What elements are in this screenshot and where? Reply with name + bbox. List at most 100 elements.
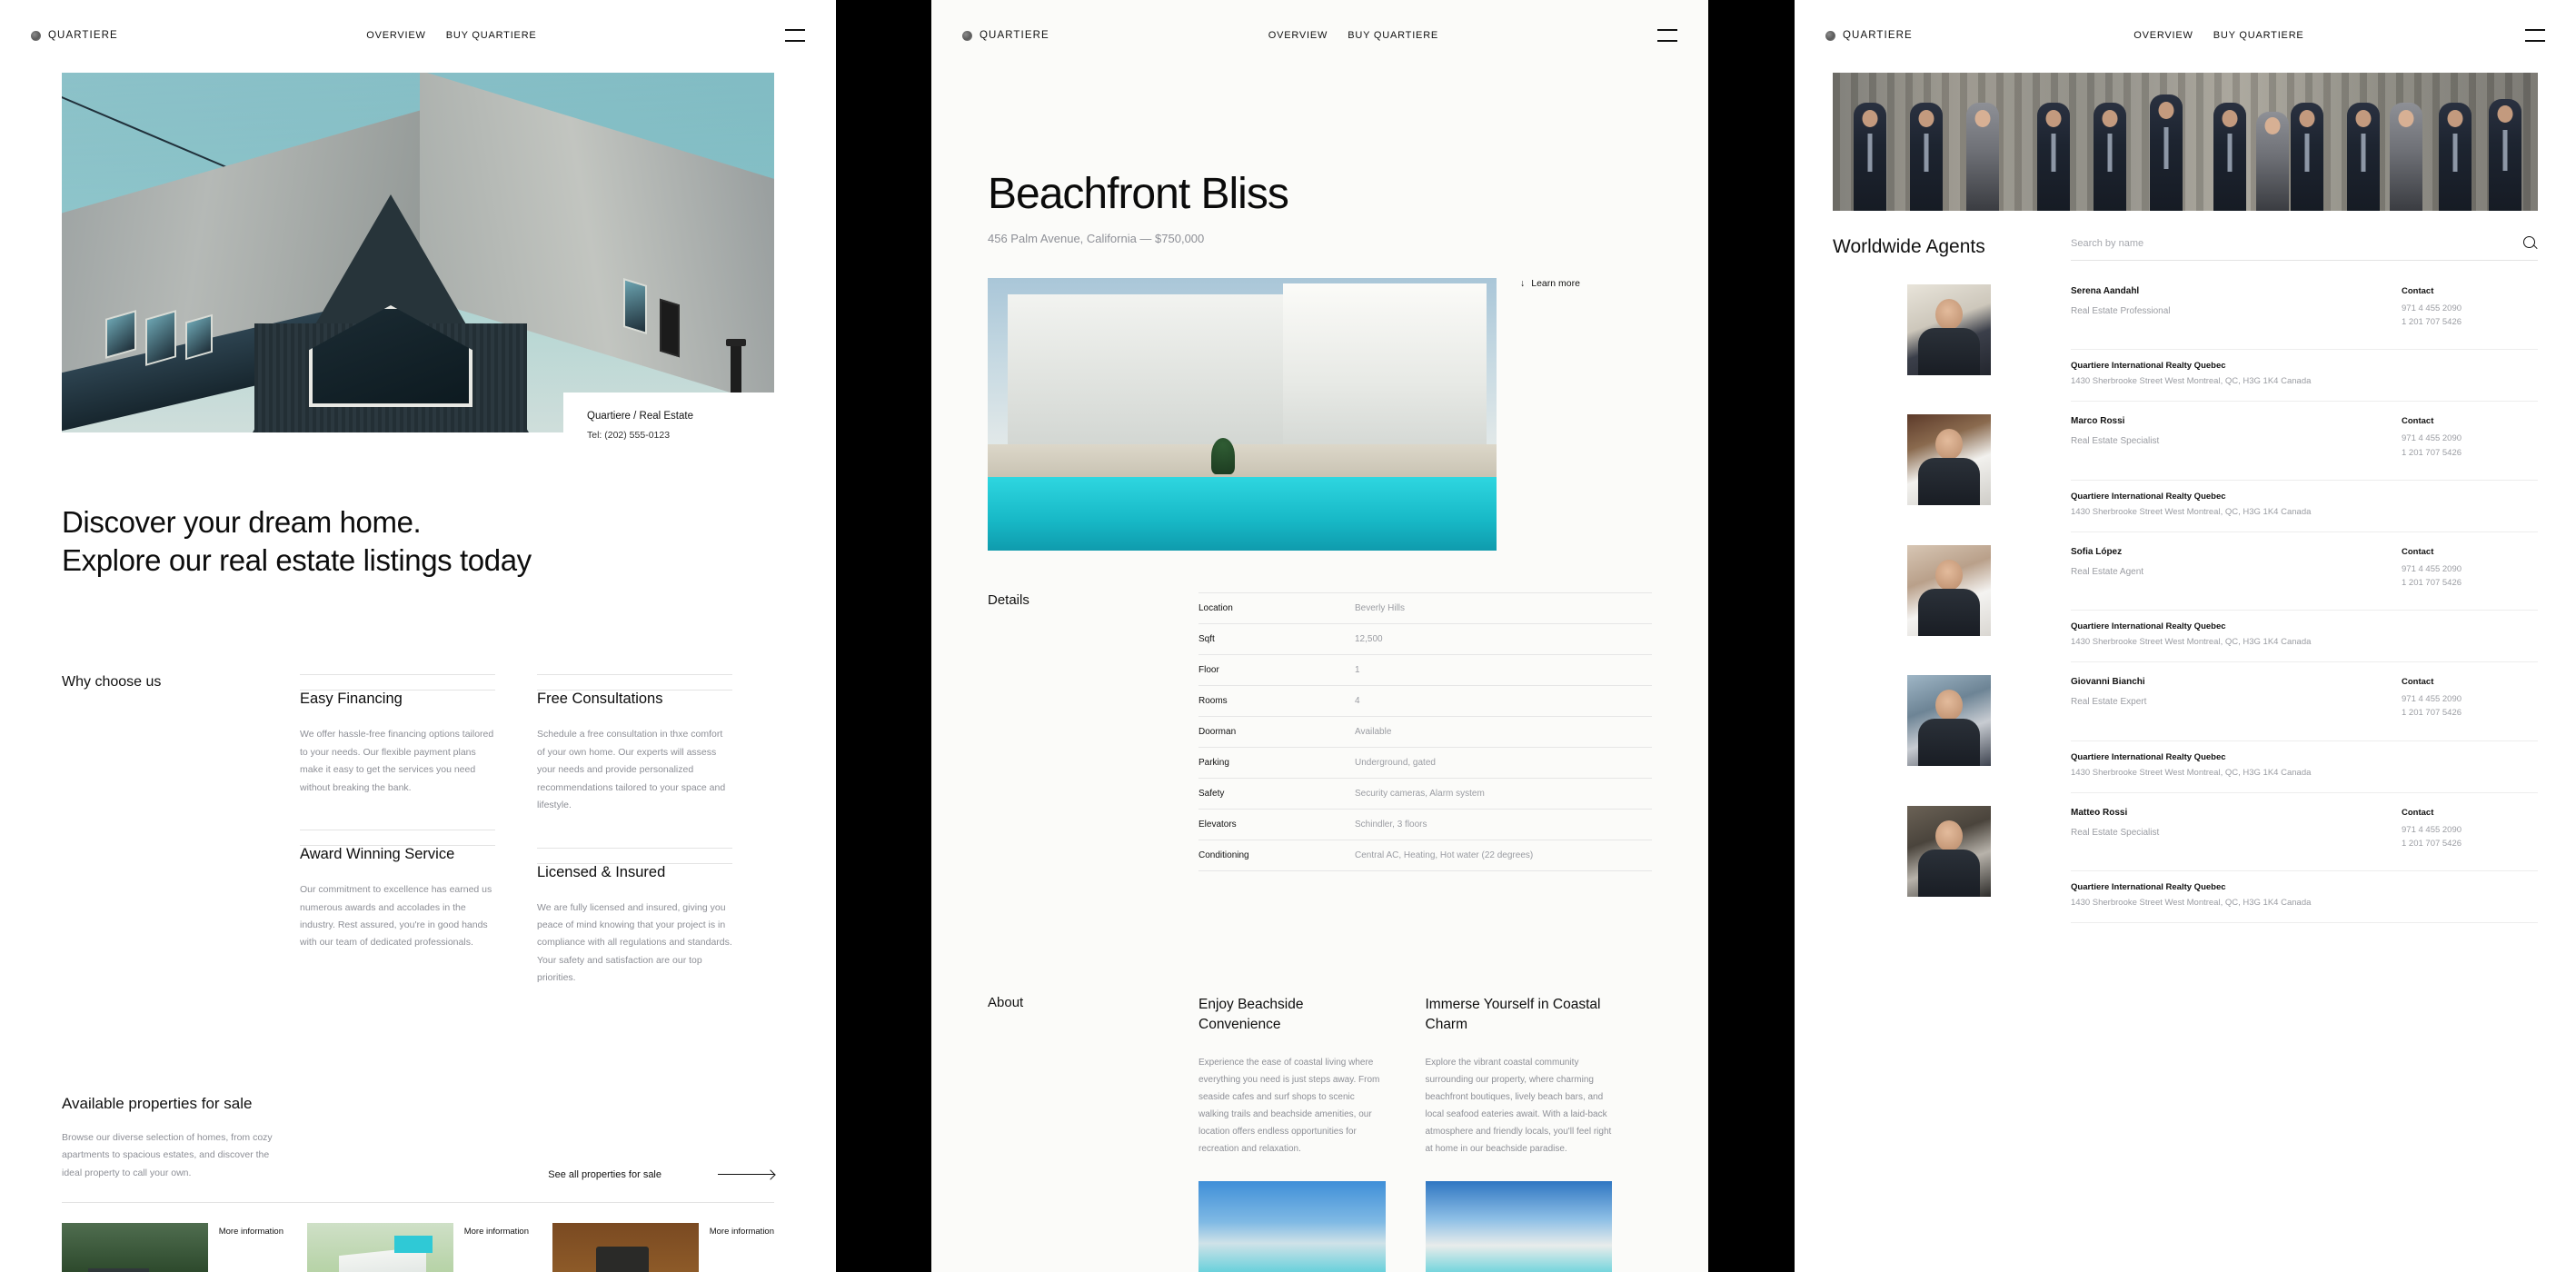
- agent-details: Sofia López Real Estate Agent Contact 97…: [2071, 547, 2538, 647]
- contact-phone-1[interactable]: 971 4 455 2090: [2402, 302, 2538, 315]
- agent-role: Real Estate Expert: [2071, 697, 2147, 708]
- property-card-media: More information: [62, 1222, 283, 1272]
- feature-body: Schedule a free consultation in thxe com…: [537, 729, 726, 811]
- detail-value: Security cameras, Alarm system: [1355, 789, 1485, 799]
- nav-item-buy-quartiere[interactable]: BUY QUARTIERE: [2213, 30, 2304, 41]
- agent-summary: Marco Rossi Real Estate Specialist Conta…: [2071, 416, 2538, 459]
- hero-contact-title: Quartiere / Real Estate: [587, 411, 693, 422]
- detail-row: Conditioning Central AC, Heating, Hot wat…: [1198, 840, 1652, 871]
- face-shape: [1935, 690, 1963, 721]
- learn-more-label: Learn more: [1531, 278, 1580, 289]
- contact-phone-1[interactable]: 971 4 455 2090: [2402, 432, 2538, 445]
- nav-item-overview[interactable]: OVERVIEW: [1268, 30, 1328, 41]
- top-bar-panel2: QUARTIERE OVERVIEW BUY QUARTIERE: [931, 0, 1708, 71]
- see-all-properties-label: See all properties for sale: [548, 1168, 661, 1180]
- person-4: [2037, 103, 2071, 211]
- contact-phone-1[interactable]: 971 4 455 2090: [2402, 823, 2538, 837]
- agent-row[interactable]: Sofia López Real Estate Agent Contact 97…: [1907, 532, 2538, 663]
- contact-phone-2[interactable]: 1 201 707 5426: [2402, 315, 2538, 329]
- person-6: [2150, 94, 2183, 211]
- property-card[interactable]: More information Project Tri BK Houses A…: [62, 1222, 283, 1272]
- person-2: [1910, 103, 1944, 211]
- brand-dot-icon: [962, 30, 972, 41]
- face-shape: [1935, 820, 1963, 851]
- torso-shape: [1918, 719, 1980, 767]
- contact-phone-1[interactable]: 971 4 455 2090: [2402, 562, 2538, 576]
- nav-item-buy-quartiere[interactable]: BUY QUARTIERE: [1348, 30, 1438, 41]
- contact-label: Contact: [2402, 807, 2434, 818]
- more-information-link[interactable]: More information: [710, 1227, 774, 1237]
- torso-shape: [1918, 588, 1980, 636]
- brand-dot-icon: [31, 30, 41, 41]
- hamburger-bar-1: [785, 29, 805, 31]
- agent-details: Serena Aandahl Real Estate Professional …: [2071, 286, 2538, 386]
- nav-item-buy-quartiere[interactable]: BUY QUARTIERE: [446, 30, 537, 41]
- contact-phone-2[interactable]: 1 201 707 5426: [2402, 837, 2538, 850]
- contact-phone-1[interactable]: 971 4 455 2090: [2402, 692, 2538, 706]
- nav-item-overview[interactable]: OVERVIEW: [2133, 30, 2193, 41]
- contact-phone-2[interactable]: 1 201 707 5426: [2402, 706, 2538, 720]
- why-choose-us-section: Why choose us Easy Financing We offer ha…: [62, 674, 774, 987]
- agent-row[interactable]: Matteo Rossi Real Estate Specialist Cont…: [1907, 793, 2538, 923]
- feature-card-award-winning-service: Award Winning Service Our commitment to …: [300, 830, 537, 952]
- hamburger-menu-icon[interactable]: [2525, 29, 2545, 42]
- about-card-beachside-convenience: Enjoy Beachside Convenience Experience t…: [1198, 995, 1426, 1272]
- head-icon: [2299, 109, 2315, 127]
- hamburger-menu-icon[interactable]: [785, 29, 805, 42]
- brand-logo[interactable]: QUARTIERE: [962, 30, 1049, 41]
- property-card[interactable]: More information Project Green Meadow Re…: [552, 1222, 774, 1272]
- about-body: Explore the vibrant coastal community su…: [1425, 1058, 1612, 1155]
- person-12: [2439, 103, 2472, 211]
- pool-water-shape: [988, 477, 1497, 551]
- brand-logo[interactable]: QUARTIERE: [1825, 30, 1913, 41]
- divider: [537, 847, 732, 849]
- agent-row[interactable]: Marco Rossi Real Estate Specialist Conta…: [1907, 402, 2538, 532]
- contact-phone-2[interactable]: 1 201 707 5426: [2402, 446, 2538, 460]
- detail-row: Rooms 4: [1198, 685, 1652, 716]
- feature-body: Our commitment to excellence has earned …: [300, 884, 492, 949]
- see-all-properties-link[interactable]: See all properties for sale: [548, 1169, 774, 1182]
- feature-title: Free Consultations: [537, 690, 732, 708]
- hero-section: Quartiere / Real Estate Tel: (202) 555-0…: [62, 73, 774, 476]
- feature-title: Easy Financing: [300, 690, 495, 708]
- agent-row[interactable]: Giovanni Bianchi Real Estate Expert Cont…: [1907, 662, 2538, 793]
- agent-name: Sofia López: [2071, 546, 2123, 557]
- agent-contact: Contact 971 4 455 2090 1 201 707 5426: [2402, 808, 2538, 850]
- divider: [300, 674, 495, 676]
- brand-name: QUARTIERE: [1843, 30, 1913, 41]
- detail-row: Parking Underground, gated: [1198, 747, 1652, 778]
- detail-key: Location: [1198, 603, 1233, 613]
- detail-row: Floor 1: [1198, 654, 1652, 685]
- property-card[interactable]: More information Project Beachfront Blis…: [307, 1222, 529, 1272]
- agent-role: Real Estate Agent: [2071, 566, 2144, 577]
- nav-item-overview[interactable]: OVERVIEW: [366, 30, 426, 41]
- learn-more-link[interactable]: ↓ Learn more: [1520, 278, 1580, 289]
- hamburger-menu-icon[interactable]: [1657, 29, 1677, 42]
- person-1: [1854, 103, 1887, 211]
- property-thumbnail: [552, 1222, 699, 1272]
- about-image-1: [1198, 1181, 1386, 1272]
- contact-phone-2[interactable]: 1 201 707 5426: [2402, 576, 2538, 590]
- panel2-content: Beachfront Bliss 456 Palm Avenue, Califo…: [931, 169, 1708, 1272]
- agent-row[interactable]: Serena Aandahl Real Estate Professional …: [1907, 272, 2538, 402]
- why-choose-us-label-col: Why choose us: [62, 674, 300, 987]
- feature-card-licensed-insured: Licensed & Insured We are fully licensed…: [537, 847, 774, 988]
- head-icon: [1974, 109, 1991, 127]
- property-thumbnail: [307, 1222, 453, 1272]
- hamburger-bar-1: [2525, 29, 2545, 31]
- search-input[interactable]: [2071, 238, 2523, 249]
- search-icon[interactable]: [2523, 236, 2538, 251]
- agent-contact: Contact 971 4 455 2090 1 201 707 5426: [2402, 416, 2538, 459]
- agent-office-name: Quartiere International Realty Quebec: [2071, 491, 2226, 502]
- available-properties-body: Browse our diverse selection of homes, f…: [62, 1131, 273, 1178]
- agent-role: Real Estate Specialist: [2071, 436, 2160, 447]
- more-information-link[interactable]: More information: [464, 1227, 529, 1237]
- person-9: [2291, 103, 2324, 211]
- agent-summary: Sofia López Real Estate Agent Contact 97…: [2071, 547, 2538, 590]
- agents-header: Worldwide Agents: [1833, 236, 2538, 261]
- more-information-link[interactable]: More information: [219, 1227, 283, 1237]
- person-10: [2347, 103, 2381, 211]
- brand-logo[interactable]: QUARTIERE: [31, 30, 118, 41]
- hero-image-house: [62, 73, 774, 432]
